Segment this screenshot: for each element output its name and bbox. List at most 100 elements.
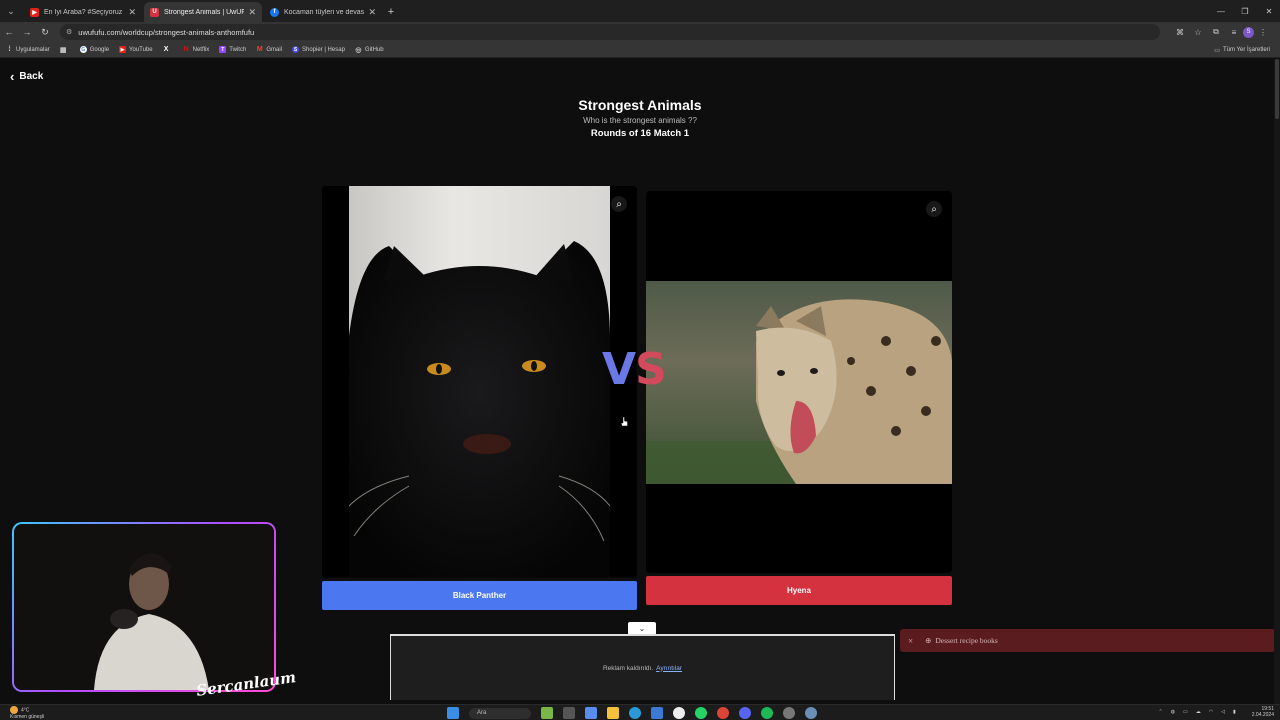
whatsapp-icon[interactable] bbox=[695, 707, 707, 719]
clock[interactable]: 19:51 2.04.2024 bbox=[1244, 706, 1274, 718]
uwufufu-favicon-icon: U bbox=[150, 7, 159, 17]
ad-banner: Reklam kaldırıldı. Ayrıntılar bbox=[390, 634, 895, 700]
tab-facebook[interactable]: f Kocaman tüyleri ve devasa hali... ✕ bbox=[264, 2, 382, 22]
volume-icon[interactable]: ◁ bbox=[1221, 709, 1225, 715]
new-tab-icon[interactable]: + bbox=[382, 2, 400, 22]
x-icon: X bbox=[163, 46, 169, 53]
youtube-icon: ▶ bbox=[119, 46, 127, 53]
bookmark-github[interactable]: ◎ GitHub bbox=[355, 46, 383, 54]
hand-cursor-icon bbox=[621, 417, 628, 427]
bookmark-x[interactable]: X bbox=[163, 46, 173, 53]
profile-avatar-icon[interactable]: S bbox=[1243, 26, 1254, 38]
store-icon[interactable] bbox=[651, 707, 663, 719]
github-icon: ◎ bbox=[355, 46, 362, 54]
translate-icon[interactable]: ⌘ bbox=[1171, 24, 1189, 40]
back-arrow-icon[interactable]: ← bbox=[0, 23, 18, 41]
zoom-in-icon[interactable]: ⌕ bbox=[611, 196, 627, 212]
browser-toolbar: ← → ↻ ⚙ uwufufu.com/worldcup/strongest-a… bbox=[0, 22, 1280, 42]
tab-uwufufu[interactable]: U Strongest Animals | UwUFUFU ✕ bbox=[144, 2, 262, 22]
system-tray: ⌃ ◍ ▭ ☁ ◠ ◁ ▮ 19:51 2.04.2024 bbox=[1150, 706, 1274, 718]
maximize-icon[interactable]: ❐ bbox=[1234, 0, 1256, 22]
zoom-in-icon[interactable]: ⌕ bbox=[926, 201, 942, 217]
close-tab-icon[interactable]: ✕ bbox=[248, 7, 256, 18]
browser-tab-bar: ⌄ ▶ En İyi Araba? #Seçiyoruz - YouTube ✕… bbox=[0, 0, 1280, 22]
media-icon[interactable]: ≡ bbox=[1225, 24, 1243, 40]
wifi-icon[interactable]: ◠ bbox=[1209, 709, 1213, 715]
network-icon[interactable]: ◍ bbox=[1171, 709, 1175, 715]
discord-icon[interactable] bbox=[739, 707, 751, 719]
close-icon[interactable]: × bbox=[908, 636, 913, 646]
battery-icon[interactable]: ▮ bbox=[1233, 709, 1236, 715]
chrome-icon[interactable] bbox=[717, 707, 729, 719]
close-tab-icon[interactable]: ✕ bbox=[368, 7, 376, 18]
bookmark-gmail[interactable]: M Gmail bbox=[256, 46, 282, 53]
bookmark-twitch[interactable]: T Twitch bbox=[219, 46, 246, 53]
spotify-icon[interactable] bbox=[761, 707, 773, 719]
bookmark-netflix[interactable]: N Netflix bbox=[183, 46, 210, 53]
bookmark-shopier[interactable]: S Shopier | Hesap bbox=[291, 46, 345, 53]
facebook-favicon-icon: f bbox=[270, 7, 279, 17]
reload-icon[interactable]: ↻ bbox=[36, 23, 54, 41]
chevron-left-icon: ‹ bbox=[10, 69, 15, 84]
black-panther-image[interactable] bbox=[349, 186, 610, 578]
hyena-image[interactable] bbox=[646, 281, 952, 484]
left-candidate-card[interactable]: ⌕ bbox=[322, 186, 637, 578]
steam-icon[interactable] bbox=[805, 707, 817, 719]
bookmark-grid[interactable]: ▦ bbox=[60, 46, 70, 54]
copilot-icon[interactable] bbox=[585, 707, 597, 719]
taskbar-search-box[interactable]: Ara bbox=[469, 707, 531, 719]
chevron-up-icon[interactable]: ⌃ bbox=[1158, 709, 1162, 715]
site-info-icon[interactable]: ⚙ bbox=[66, 28, 72, 36]
notification-toast[interactable]: × ⊕ Dessert recipe books bbox=[900, 629, 1275, 652]
tab-youtube[interactable]: ▶ En İyi Araba? #Seçiyoruz - YouTube ✕ bbox=[24, 2, 142, 22]
netflix-icon: N bbox=[183, 46, 189, 53]
widgets-icon[interactable] bbox=[541, 707, 553, 719]
tab-title: Strongest Animals | UwUFUFU bbox=[164, 8, 245, 16]
scrollbar-thumb[interactable] bbox=[1275, 59, 1279, 119]
toast-text: Dessert recipe books bbox=[935, 636, 998, 645]
sun-icon bbox=[10, 706, 18, 714]
address-bar[interactable]: ⚙ uwufufu.com/worldcup/strongest-animals… bbox=[60, 24, 1160, 40]
twitch-icon: T bbox=[219, 46, 227, 53]
bookmark-youtube[interactable]: ▶ YouTube bbox=[119, 46, 153, 53]
weather-widget[interactable]: 4°C Kısmen güneşli bbox=[10, 706, 44, 720]
close-window-icon[interactable]: ✕ bbox=[1258, 0, 1280, 22]
task-view-icon[interactable] bbox=[563, 707, 575, 719]
gmail-icon: M bbox=[256, 46, 263, 53]
cloud-icon[interactable]: ☁ bbox=[1196, 709, 1201, 715]
extensions-icon[interactable]: ⧉ bbox=[1207, 24, 1225, 40]
bookmarks-bar: ⁞ Uygulamalar ▦ G Google ▶ YouTube X N Netfl… bbox=[0, 42, 1280, 58]
select-black-panther-button[interactable]: Black Panther bbox=[322, 581, 637, 610]
google-icon: G bbox=[79, 46, 87, 53]
chevron-down-icon: ⌄ bbox=[638, 624, 646, 633]
menu-icon[interactable]: ⋮ bbox=[1254, 24, 1272, 40]
shopier-icon: S bbox=[291, 46, 299, 53]
file-explorer-icon[interactable] bbox=[607, 707, 619, 719]
windows-start-icon[interactable] bbox=[447, 707, 459, 719]
tab-search-icon[interactable]: ⌄ bbox=[0, 0, 22, 22]
tab-title: Kocaman tüyleri ve devasa hali... bbox=[284, 8, 365, 16]
info-icon: ⊕ bbox=[925, 636, 932, 645]
ad-details-link[interactable]: Ayrıntılar bbox=[656, 665, 682, 672]
back-link[interactable]: ‹ Back bbox=[10, 69, 43, 84]
webcam-overlay bbox=[12, 522, 276, 692]
tab-title: En İyi Araba? #Seçiyoruz - YouTube bbox=[44, 8, 124, 16]
page-title: Strongest Animals bbox=[578, 97, 702, 113]
bookmark-uygulamalar[interactable]: ⁞ Uygulamalar bbox=[6, 46, 49, 53]
close-tab-icon[interactable]: ✕ bbox=[128, 7, 136, 18]
streamer-silhouette bbox=[14, 524, 274, 690]
versus-label: VS bbox=[602, 344, 667, 395]
obs-icon[interactable] bbox=[673, 707, 685, 719]
bookmark-google[interactable]: G Google bbox=[79, 46, 109, 53]
all-bookmarks[interactable]: ▭ Tüm Yer İşaretleri bbox=[1214, 42, 1270, 58]
bookmark-star-icon[interactable]: ☆ bbox=[1189, 24, 1207, 40]
forward-arrow-icon[interactable]: → bbox=[18, 23, 36, 41]
window-controls: — ❐ ✕ bbox=[1208, 0, 1280, 22]
edge-icon[interactable] bbox=[629, 707, 641, 719]
select-hyena-button[interactable]: Hyena bbox=[646, 576, 952, 605]
page-scrollbar[interactable] bbox=[1274, 59, 1280, 704]
settings-gear-icon[interactable] bbox=[783, 707, 795, 719]
minimize-icon[interactable]: — bbox=[1210, 0, 1232, 22]
right-candidate-card[interactable]: ⌕ bbox=[646, 191, 952, 573]
display-icon[interactable]: ▭ bbox=[1183, 709, 1188, 715]
